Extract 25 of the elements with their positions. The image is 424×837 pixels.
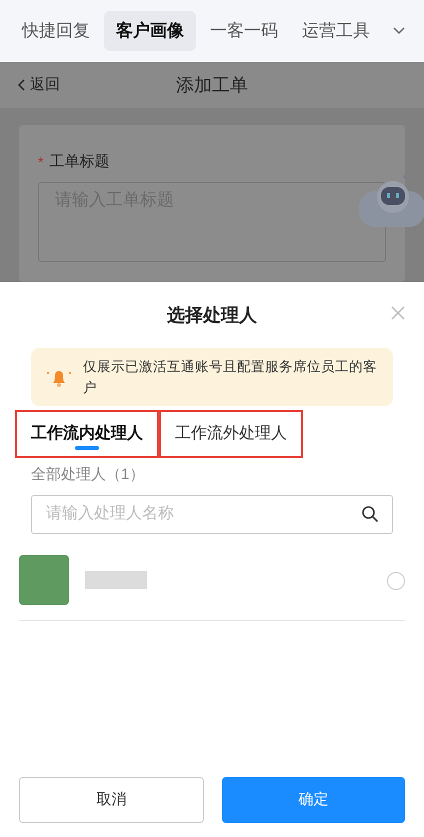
search-icon[interactable]	[361, 504, 379, 522]
sheet-title: 选择处理人	[167, 304, 257, 326]
back-button[interactable]: 返回	[18, 74, 60, 96]
radio-button[interactable]	[387, 572, 405, 590]
chevron-left-icon	[18, 79, 26, 91]
avatar-photo-placeholder	[19, 554, 69, 604]
robot-icon[interactable]	[359, 175, 424, 227]
close-icon[interactable]	[391, 306, 405, 320]
active-tab-indicator	[75, 446, 99, 450]
chevron-down-icon[interactable]	[392, 26, 406, 36]
redacted-name	[85, 570, 147, 588]
top-tab[interactable]: 客户画像	[104, 11, 196, 51]
handler-tab[interactable]: 工作流内处理人	[15, 410, 159, 458]
cancel-button[interactable]: 取消	[19, 777, 204, 823]
top-tab[interactable]: 快捷回复	[12, 11, 100, 51]
handler-count: 全部处理人（1）	[31, 465, 146, 485]
handler-row[interactable]	[19, 554, 405, 620]
page-title: 添加工单	[176, 74, 248, 96]
handler-tab[interactable]: 工作流外处理人	[159, 410, 303, 458]
search-input-field[interactable]: 请输入处理人名称	[31, 494, 393, 534]
notice-text: 仅展示已激活互通账号且配置服务席位员工的客户	[83, 358, 378, 397]
required-mark: *	[38, 152, 44, 172]
top-tab[interactable]: 一客一码	[200, 11, 288, 51]
top-tab[interactable]: 运营工具	[292, 11, 380, 51]
field-label: 工单标题	[49, 152, 110, 172]
